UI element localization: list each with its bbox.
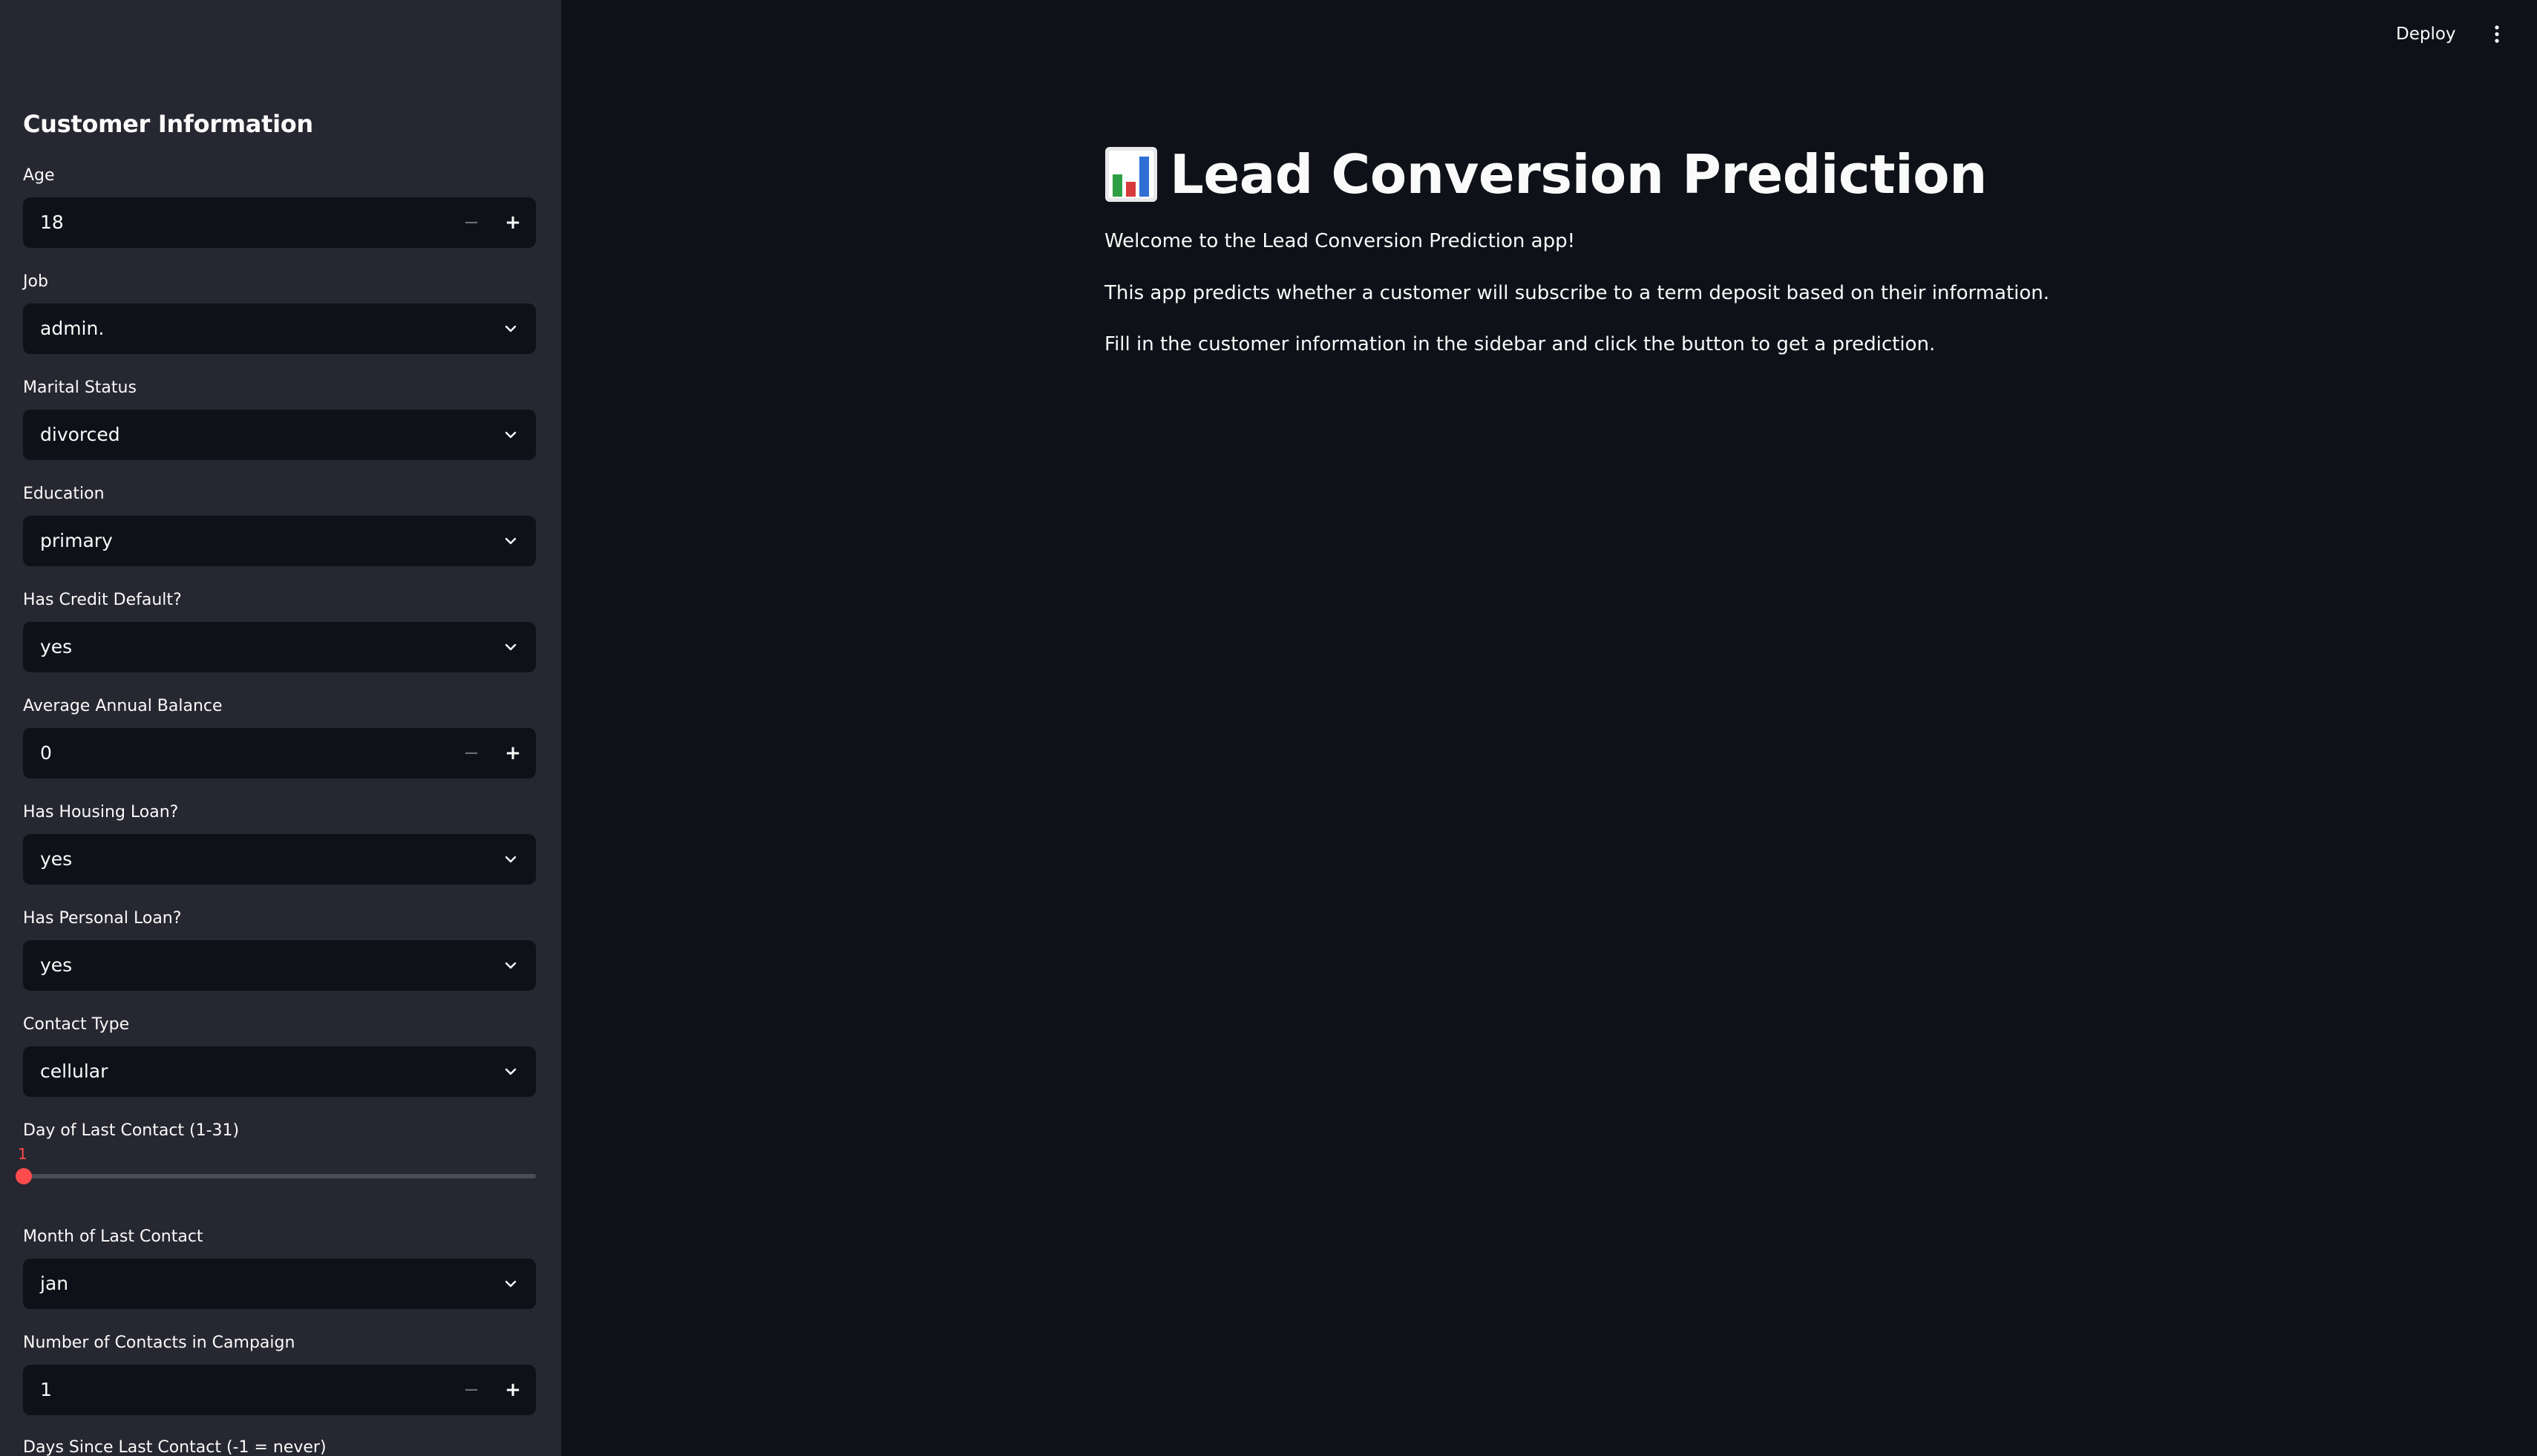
housing-loan-select[interactable]: yes [23,834,536,885]
sidebar-title: Customer Information [23,110,313,138]
credit-default-label: Has Credit Default? [23,591,182,609]
chevron-down-icon[interactable] [502,957,520,974]
personal-loan-label: Has Personal Loan? [23,909,182,928]
chevron-down-icon[interactable] [502,638,520,656]
job-select[interactable]: admin. [23,304,536,354]
campaign-value[interactable]: 1 [40,1365,52,1415]
description-text: This app predicts whether a customer wil… [1104,282,2050,304]
balance-decrement-button[interactable]: − [451,728,491,778]
page-title-text: Lead Conversion Prediction [1170,143,1987,206]
day-slider-label: Day of Last Contact (1-31) [23,1121,240,1140]
day-slider-thumb[interactable] [16,1168,32,1184]
marital-status-select[interactable]: divorced [23,410,536,460]
chevron-down-icon[interactable] [502,320,520,338]
marital-status-label: Marital Status [23,378,137,397]
campaign-label: Number of Contacts in Campaign [23,1334,295,1352]
education-value: primary [40,530,113,551]
balance-label: Average Annual Balance [23,697,223,715]
contact-type-value: cellular [40,1060,108,1082]
housing-loan-value: yes [40,848,73,870]
age-number-input[interactable]: 18 − + [23,197,536,248]
education-select[interactable]: primary [23,516,536,566]
chevron-down-icon[interactable] [502,1063,520,1080]
personal-loan-value: yes [40,954,73,976]
month-label: Month of Last Contact [23,1227,203,1246]
instructions-text: Fill in the customer information in the … [1104,333,1936,355]
chevron-down-icon[interactable] [502,532,520,550]
age-decrement-button[interactable]: − [451,197,491,248]
balance-number-input[interactable]: 0 − + [23,728,536,778]
contact-type-label: Contact Type [23,1015,130,1034]
day-slider-value: 1 [18,1145,27,1163]
page-title: Lead Conversion Prediction [1104,137,1987,211]
bar-chart-icon [1105,147,1157,202]
credit-default-select[interactable]: yes [23,622,536,672]
campaign-number-input[interactable]: 1 − + [23,1365,536,1415]
credit-default-value: yes [40,636,73,658]
campaign-decrement-button[interactable]: − [451,1365,491,1415]
education-label: Education [23,485,105,503]
job-label: Job [23,272,48,291]
personal-loan-select[interactable]: yes [23,940,536,991]
chevron-down-icon[interactable] [502,850,520,868]
age-label: Age [23,166,55,185]
kebab-menu-icon[interactable] [2487,19,2507,49]
sidebar: Customer Information Age 18 − + Job admi… [0,0,561,1456]
age-value[interactable]: 18 [40,197,64,248]
balance-value[interactable]: 0 [40,728,52,778]
chevron-down-icon[interactable] [502,1275,520,1293]
day-slider-track[interactable] [23,1174,536,1178]
age-increment-button[interactable]: + [493,197,533,248]
campaign-increment-button[interactable]: + [493,1365,533,1415]
balance-increment-button[interactable]: + [493,728,533,778]
deploy-button[interactable]: Deploy [2396,19,2456,49]
month-value: jan [40,1273,69,1294]
marital-status-value: divorced [40,424,120,445]
month-select[interactable]: jan [23,1259,536,1309]
welcome-text: Welcome to the Lead Conversion Predictio… [1104,230,1576,252]
job-value: admin. [40,318,105,339]
contact-type-select[interactable]: cellular [23,1046,536,1097]
housing-loan-label: Has Housing Loan? [23,803,179,822]
pdays-label: Days Since Last Contact (-1 = never) [23,1438,327,1456]
app: Customer Information Age 18 − + Job admi… [0,0,2537,1456]
chevron-down-icon[interactable] [502,426,520,444]
